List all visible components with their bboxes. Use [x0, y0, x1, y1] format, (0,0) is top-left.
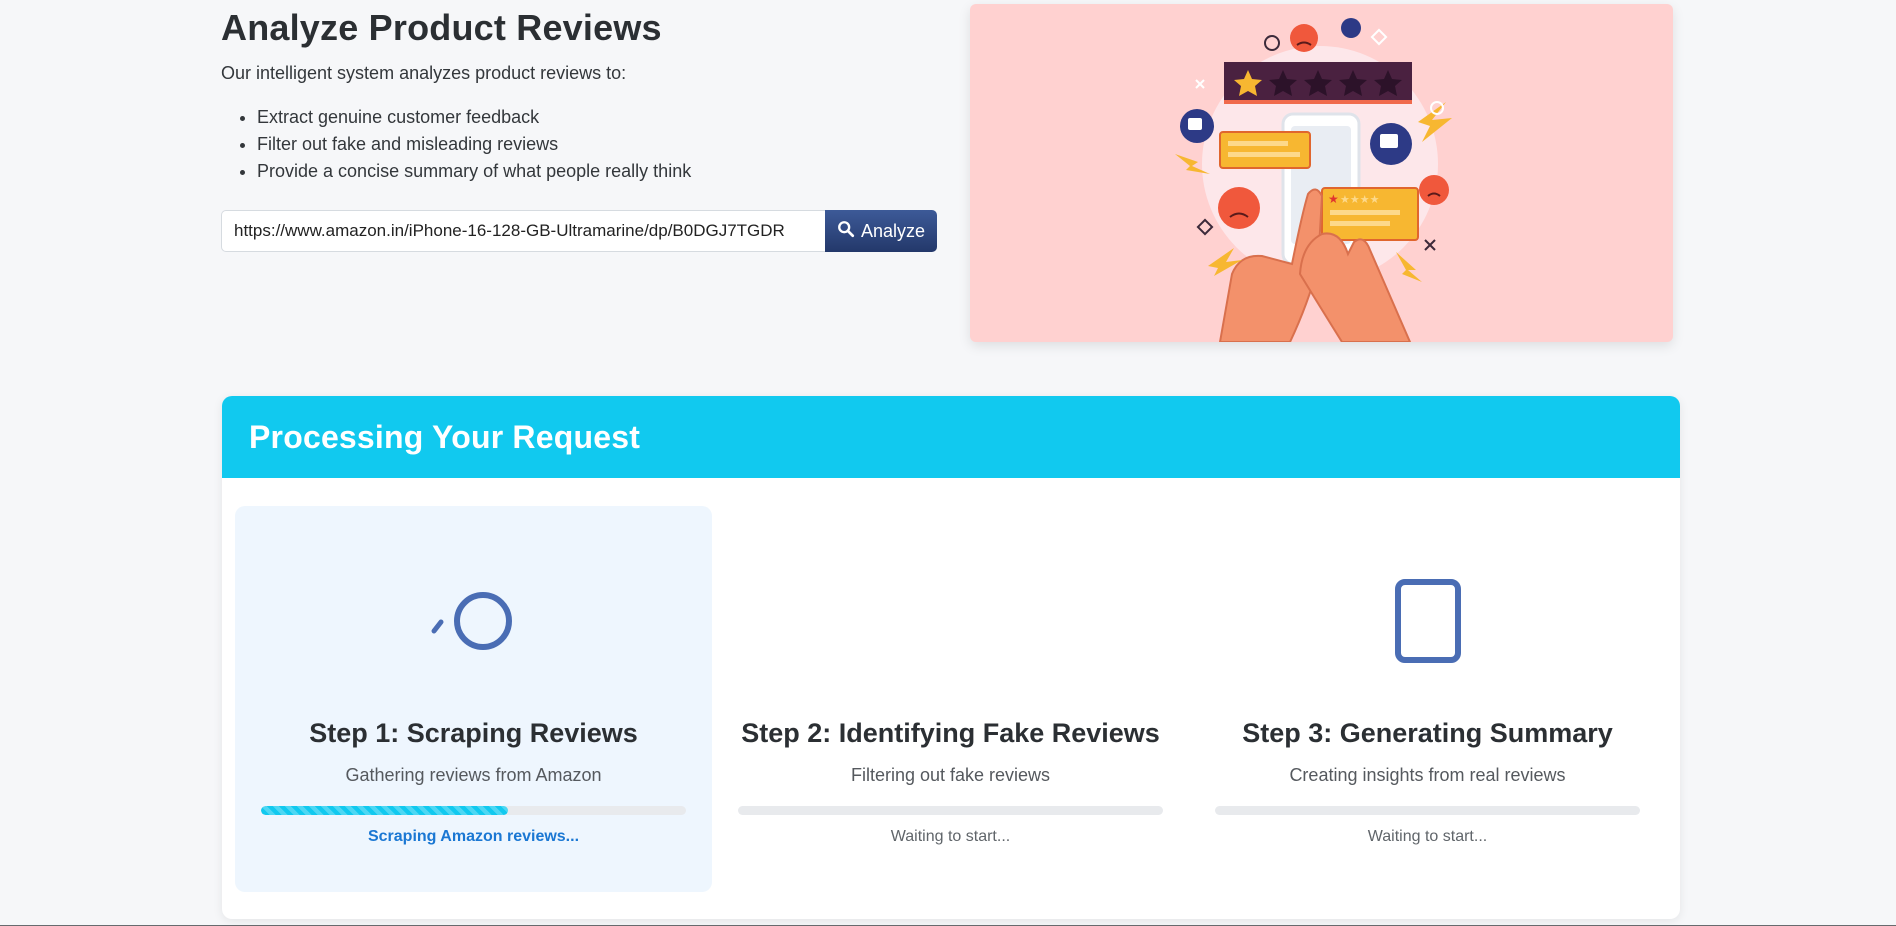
progress-bar	[261, 806, 686, 815]
step-status: Waiting to start...	[890, 828, 1011, 845]
spinner-icon	[235, 566, 712, 676]
processing-header: Processing Your Request	[222, 396, 1680, 478]
processing-card: Processing Your Request Step 1: Scraping…	[222, 396, 1680, 919]
step-card-fake-detection: Step 2: Identifying Fake Reviews Filteri…	[712, 506, 1189, 892]
step-title: Step 1: Scraping Reviews	[309, 718, 638, 748]
step-description: Filtering out fake reviews	[850, 765, 1051, 785]
hero-section: Analyze Product Reviews Our intelligent …	[221, 6, 941, 185]
reviews-illustration: ★ ★★★★	[970, 4, 1673, 342]
step-title: Step 3: Generating Summary	[1242, 718, 1613, 748]
svg-text:★: ★	[1328, 192, 1339, 206]
feature-list: Extract genuine customer feedback Filter…	[221, 104, 941, 185]
step-description: Gathering reviews from Amazon	[345, 765, 602, 785]
step-card-scraping: Step 1: Scraping Reviews Gathering revie…	[235, 506, 712, 892]
feature-item: Extract genuine customer feedback	[257, 104, 941, 131]
document-icon	[1189, 566, 1666, 676]
step-title: Step 2: Identifying Fake Reviews	[741, 718, 1160, 748]
progress-bar	[1215, 806, 1640, 815]
step-icon-placeholder	[712, 566, 1189, 676]
processing-title: Processing Your Request	[249, 418, 641, 455]
analyze-button-label: Analyze	[860, 220, 926, 241]
svg-text:★★★★: ★★★★	[1340, 193, 1380, 206]
analyze-button[interactable]: Analyze	[825, 210, 937, 252]
step-description: Creating insights from real reviews	[1289, 765, 1566, 785]
step-card-summary: Step 3: Generating Summary Creating insi…	[1189, 506, 1666, 892]
hero-subtitle: Our intelligent system analyzes product …	[221, 63, 627, 83]
search-icon	[837, 220, 855, 243]
step-status: Scraping Amazon reviews...	[367, 828, 580, 845]
page-title: Analyze Product Reviews	[221, 7, 662, 48]
progress-fill	[261, 806, 508, 815]
steps-container: Step 1: Scraping Reviews Gathering revie…	[222, 478, 1680, 919]
product-url-input[interactable]	[221, 210, 825, 252]
analyze-form: Analyze	[221, 210, 937, 252]
progress-bar	[738, 806, 1163, 815]
feature-item: Provide a concise summary of what people…	[257, 158, 941, 185]
step-status: Waiting to start...	[1367, 828, 1488, 845]
feature-item: Filter out fake and misleading reviews	[257, 131, 941, 158]
